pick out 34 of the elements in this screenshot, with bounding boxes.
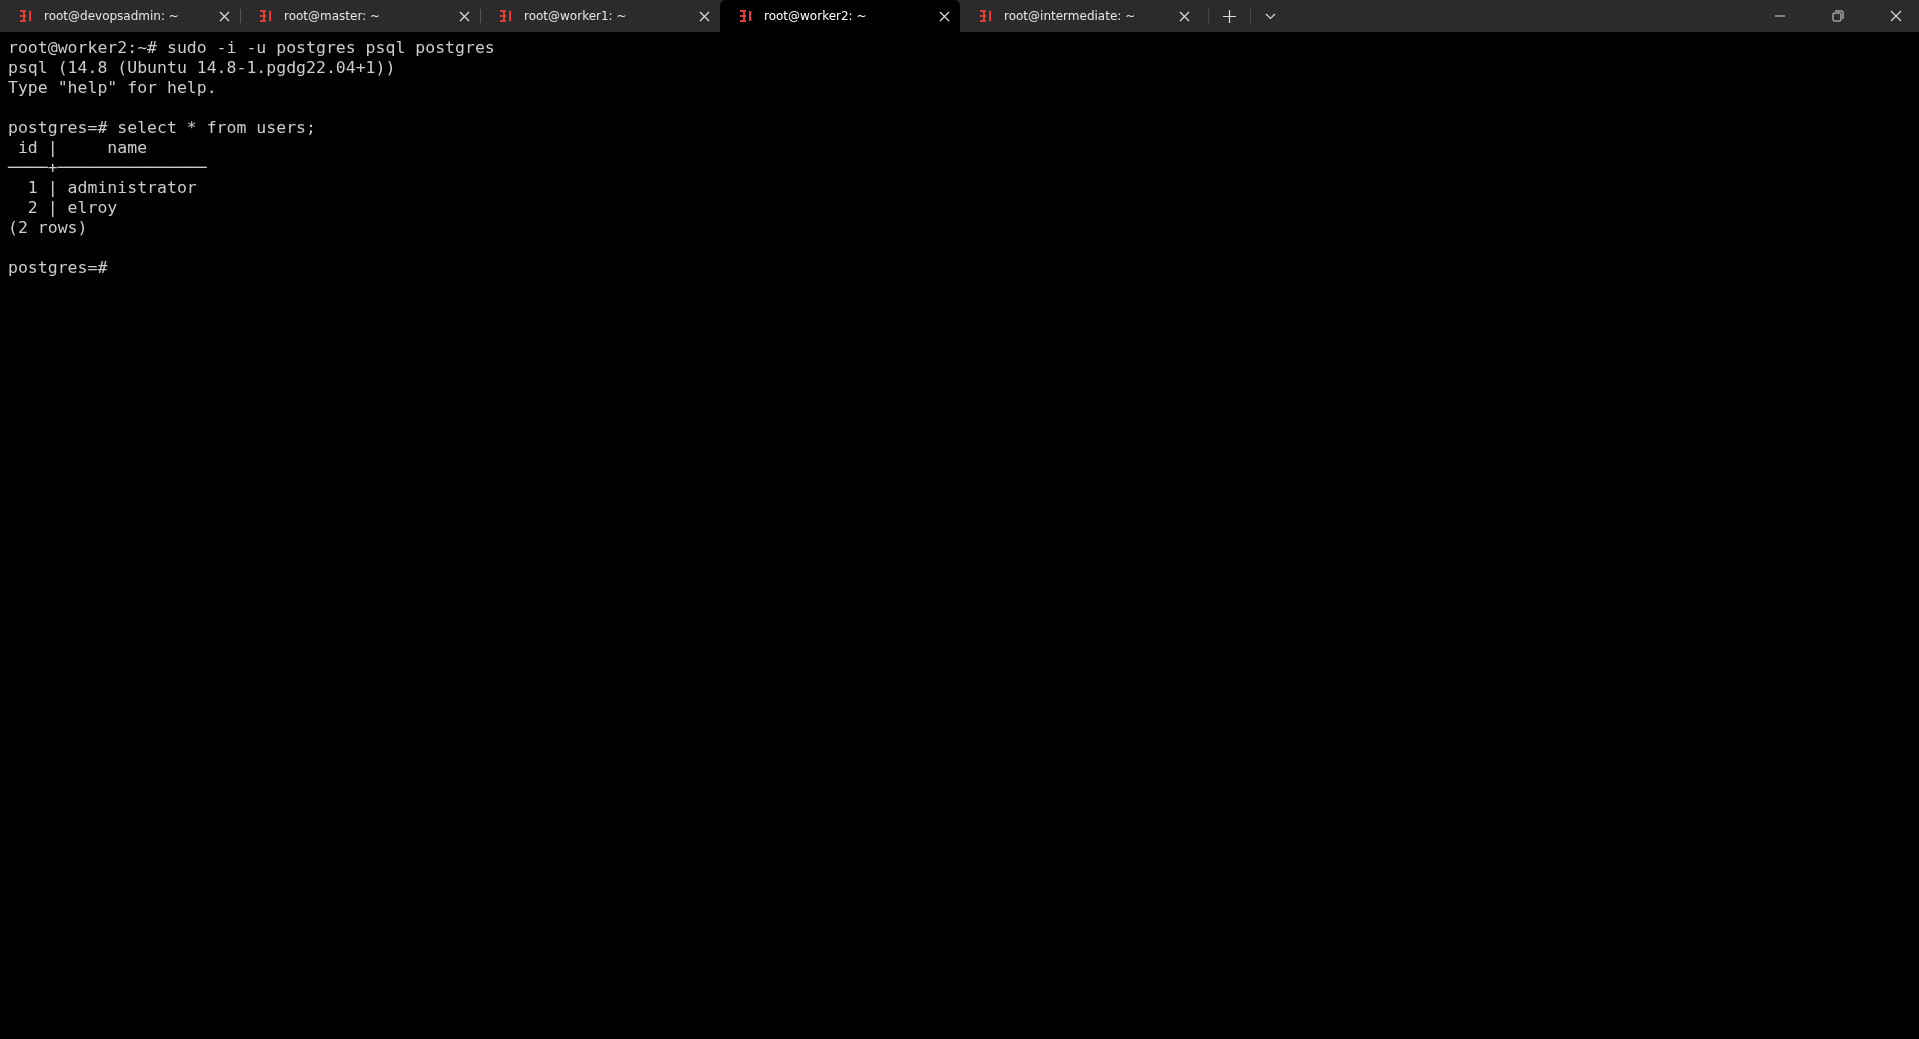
terminal-line: Type "help" for help. [8,78,217,98]
terminal-logo-icon [260,10,272,22]
chevron-down-icon[interactable] [1265,12,1276,20]
terminal-tab[interactable]: root@worker1: ~ [480,0,720,32]
close-icon[interactable] [699,10,710,22]
close-icon[interactable] [939,10,950,22]
tab-title: root@intermediate: ~ [1004,9,1137,23]
terminal-logo-icon [740,10,752,22]
close-icon[interactable] [1179,10,1190,22]
terminal-line: 2 | elroy [26,198,118,218]
terminal-logo-icon [500,10,512,22]
close-icon[interactable] [459,10,470,22]
terminal-line: psql (14.8 (Ubuntu 14.8-1.pgdg22.04+1)) [8,58,396,78]
terminal-line: id | name [16,138,148,158]
terminal-logo-icon [20,10,32,22]
terminal-line: root@worker2:~# sudo -i -u postgres psql postgres [8,38,495,58]
add-icon[interactable] [1223,9,1236,23]
terminal-line: 1 | administrator [26,178,197,198]
terminal-line: ────+─────────────── [8,158,207,178]
close-icon[interactable] [219,10,230,22]
terminal-tab[interactable]: root@devopsadmin: ~ [0,0,240,32]
terminal-line: postgres=# select * from users; [8,118,316,138]
restore-icon[interactable] [1832,10,1844,22]
terminal-logo-icon [980,10,992,22]
terminal-line: postgres=# [8,258,108,278]
terminal-tab[interactable]: root@intermediate: ~ [960,0,1200,32]
tab-title: root@master: ~ [284,9,382,23]
tab-title: root@worker2: ~ [764,9,868,23]
terminal-tab[interactable]: root@worker2: ~ [720,0,960,32]
terminal-line: (2 rows) [8,218,88,238]
tab-title: root@devopsadmin: ~ [44,9,180,23]
terminal-tab[interactable]: root@master: ~ [240,0,480,32]
close-icon[interactable] [1890,10,1902,22]
tab-title: root@worker1: ~ [524,9,628,23]
